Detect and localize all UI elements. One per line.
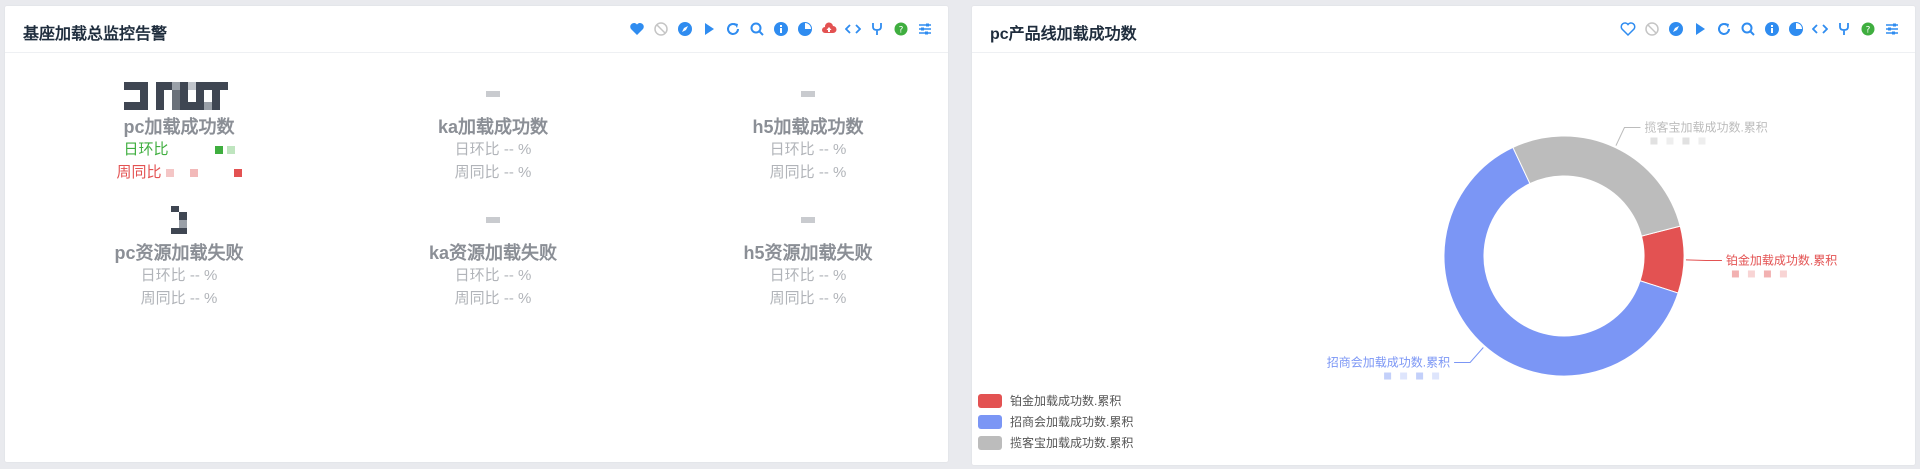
compass-icon[interactable] [1667, 20, 1685, 38]
stat-ka-load-success: ka加载成功数 日环比 -- % 周同比 -- % [353, 76, 633, 184]
stat-ka-resource-fail: ka资源加载失败 日环比 -- % 周同比 -- % [353, 202, 633, 310]
day-ratio: 日环比 -- % [454, 267, 532, 284]
compass-icon[interactable] [676, 20, 694, 38]
sliders-icon[interactable] [916, 20, 934, 38]
ban-icon[interactable] [652, 20, 670, 38]
masked-value-pixel [1666, 137, 1674, 145]
panel-pc-product-line: pc产品线加载成功数 ? 铂金加载成功数.累积 招商会加载成功数.累积 揽客宝加载成… [972, 6, 1915, 465]
day-ratio: 日环比 [39, 138, 319, 161]
day-ratio: 日环比 -- % [140, 267, 218, 284]
masked-value-pixel [1384, 372, 1392, 380]
stat-label: pc加载成功数 [123, 117, 235, 137]
stat-label: pc资源加载失败 [114, 243, 244, 263]
legend-item-platinum[interactable]: 铂金加载成功数.累积 [978, 390, 1133, 411]
week-ratio: 周同比 -- % [769, 290, 847, 307]
masked-value-pixel [1731, 270, 1739, 278]
slice-label-merchants: 招商会加载成功数.累积 [1327, 355, 1450, 370]
info-icon[interactable] [772, 20, 790, 38]
fork-icon[interactable] [1835, 20, 1853, 38]
legend-item-lankebao[interactable]: 揽客宝加载成功数.累积 [978, 432, 1133, 453]
fork-icon[interactable] [868, 20, 886, 38]
value-placeholder [801, 217, 815, 223]
panel-toolbar: ? [628, 20, 934, 38]
status-dot-icon[interactable]: ? [892, 20, 910, 38]
value-placeholder [486, 91, 500, 97]
play-icon[interactable] [1691, 20, 1709, 38]
legend-item-merchants[interactable]: 招商会加载成功数.累积 [978, 411, 1133, 432]
label-line-merchants [1454, 347, 1484, 364]
stat-label: h5加载成功数 [752, 117, 864, 137]
panel-toolbar: ? [1619, 20, 1901, 38]
stat-h5-load-success: h5加载成功数 日环比 -- % 周同比 -- % [668, 76, 948, 184]
masked-value-pixel [1650, 137, 1658, 145]
donut-chart: 铂金加载成功数.累积招商会加载成功数.累积 揽客宝加载成功数.累积 [1327, 120, 1837, 380]
stat-label: ka资源加载失败 [428, 243, 558, 263]
code-icon[interactable] [1811, 20, 1829, 38]
refresh-icon[interactable] [724, 20, 742, 38]
play-icon[interactable] [700, 20, 718, 38]
masked-value-graphic [124, 78, 228, 110]
legend-swatch [978, 414, 1002, 429]
day-ratio: 日环比 -- % [769, 267, 847, 284]
slice-lankebao[interactable] [1512, 135, 1681, 237]
stat-pc-load-success: pc加载成功数 日环比 周同比 [39, 76, 319, 184]
stat-h5-resource-fail: h5资源加载失败 日环比 -- % 周同比 -- % [668, 202, 948, 310]
slice-label-lankebao: 揽客宝加载成功数.累积 [1644, 120, 1767, 135]
refresh-icon[interactable] [1715, 20, 1733, 38]
masked-value-pixel [1763, 270, 1771, 278]
info-icon[interactable] [1763, 20, 1781, 38]
panel-title: pc产品线加载成功数 [990, 26, 1137, 43]
legend-swatch [978, 393, 1002, 408]
masked-value-pixel [1698, 137, 1706, 145]
stat-label: h5资源加载失败 [743, 243, 873, 263]
week-ratio: 周同比 [39, 161, 319, 184]
pie-icon[interactable] [1787, 20, 1805, 38]
search-icon[interactable] [748, 20, 766, 38]
search-icon[interactable] [1739, 20, 1757, 38]
masked-value-pixel [1682, 137, 1690, 145]
sliders-icon[interactable] [1883, 20, 1901, 38]
panel-header: 基座加载总监控告警 ? [5, 6, 948, 53]
masked-value-pixel [1779, 270, 1787, 278]
status-dot-icon[interactable]: ? [1859, 20, 1877, 38]
chart-legend: 铂金加载成功数.累积 招商会加载成功数.累积 揽客宝加载成功数.累积 [978, 390, 1133, 453]
value-placeholder [486, 217, 500, 223]
legend-swatch [978, 435, 1002, 450]
stat-label: ka加载成功数 [437, 117, 549, 137]
week-ratio: 周同比 -- % [140, 290, 218, 307]
value-placeholder [801, 91, 815, 97]
stat-value-masked [39, 76, 319, 112]
cloud-upload-icon[interactable] [820, 20, 838, 38]
slice-label-platinum: 铂金加载成功数.累积 [1726, 252, 1837, 267]
panel-header: pc产品线加载成功数 ? [972, 6, 1915, 53]
panel-title: 基座加载总监控告警 [23, 26, 168, 43]
day-ratio: 日环比 -- % [454, 141, 532, 158]
masked-value-pixel [1747, 270, 1755, 278]
label-line-lankebao [1615, 127, 1641, 146]
code-icon[interactable] [844, 20, 862, 38]
masked-value-graphic [171, 206, 187, 234]
week-ratio: 周同比 -- % [769, 164, 847, 181]
pie-icon[interactable] [796, 20, 814, 38]
masked-value-pixel [1416, 372, 1424, 380]
masked-value-pixel [1432, 372, 1440, 380]
stat-pc-resource-fail: pc资源加载失败 日环比 -- % 周同比 -- % [39, 202, 319, 310]
week-ratio: 周同比 -- % [454, 290, 532, 307]
svg-text:?: ? [899, 26, 904, 36]
masked-value-pixel [1400, 372, 1408, 380]
panel-base-load-alert: 基座加载总监控告警 ? pc加载成功数 日环比 周同比 ka加载成功数 日环比 … [5, 6, 948, 462]
ban-icon[interactable] [1643, 20, 1661, 38]
svg-text:?: ? [1866, 26, 1871, 36]
heart-icon[interactable] [628, 20, 646, 38]
label-line-platinum [1685, 259, 1722, 261]
day-ratio: 日环比 -- % [769, 141, 847, 158]
week-ratio: 周同比 -- % [454, 164, 532, 181]
heart-icon[interactable] [1619, 20, 1637, 38]
